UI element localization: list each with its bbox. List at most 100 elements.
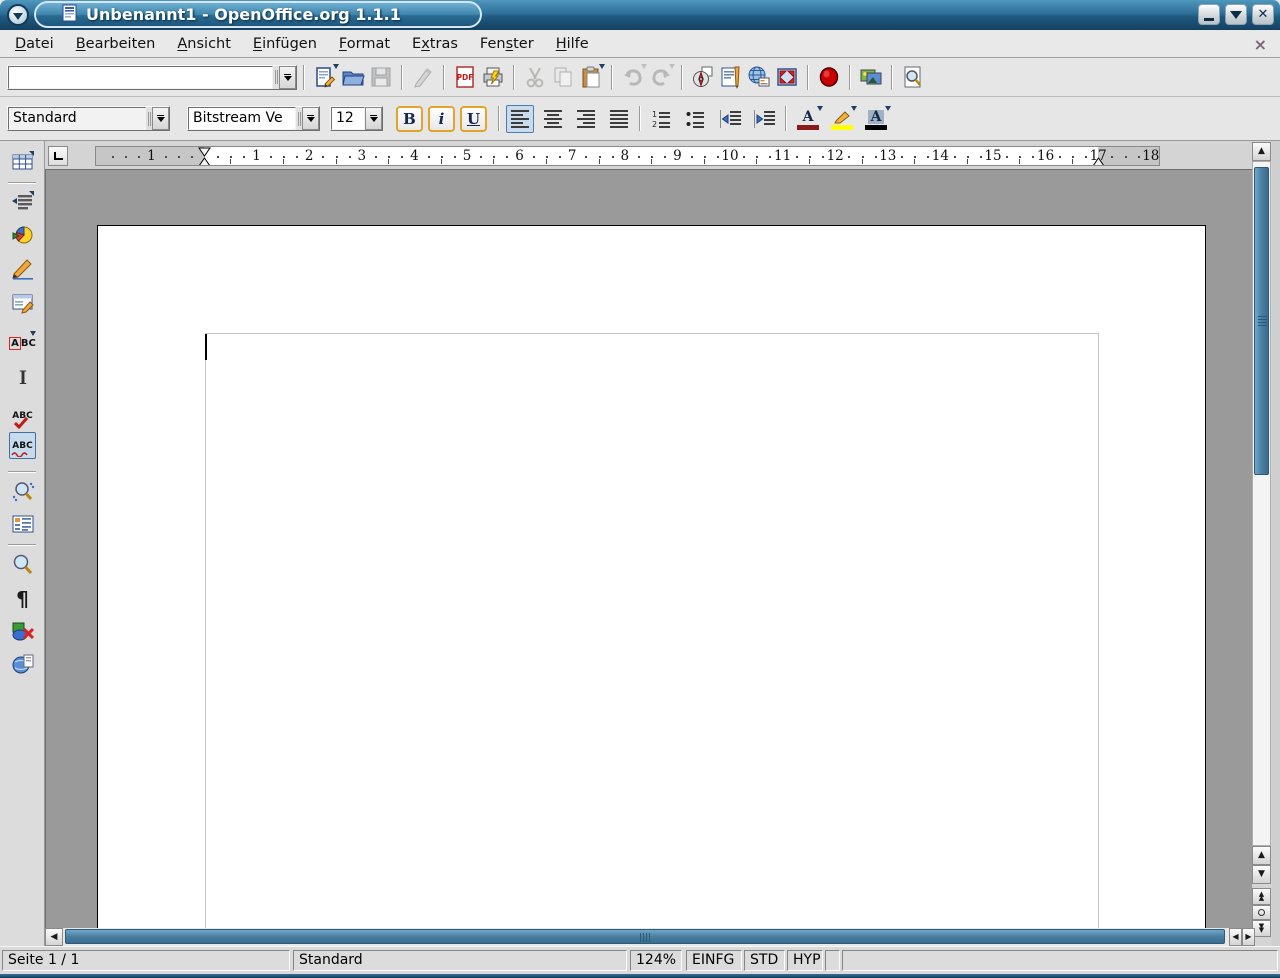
font-dropdown-button[interactable]	[302, 107, 319, 130]
open-button[interactable]	[339, 63, 367, 91]
menu-ansicht[interactable]: Ansicht	[166, 33, 242, 55]
paste-button[interactable]	[577, 63, 605, 91]
zoom-page-button[interactable]	[9, 551, 36, 578]
wavy-underline-icon	[11, 451, 31, 457]
insert-fields-button[interactable]	[9, 188, 36, 215]
redo-button[interactable]	[647, 63, 675, 91]
maximize-button[interactable]	[1225, 4, 1247, 25]
graphics-on-off-button[interactable]	[9, 617, 36, 644]
navigation-button[interactable]	[1252, 905, 1271, 920]
scroll-left-button[interactable]: ◀	[45, 928, 63, 946]
status-selection-mode[interactable]: STD	[744, 950, 785, 971]
menu-hilfe[interactable]: Hilfe	[545, 33, 600, 55]
indent-marker-right[interactable]	[1092, 147, 1105, 166]
previous-page-button[interactable]: ▲▲	[1252, 888, 1271, 905]
status-zoom[interactable]: 124%	[630, 950, 682, 971]
char-background-button[interactable]: A	[861, 105, 891, 133]
menu-extras[interactable]: Extras	[401, 33, 469, 55]
status-page-number[interactable]: Seite 1 / 1	[2, 950, 290, 971]
close-button[interactable]: ✕	[1252, 4, 1274, 25]
horizontal-scrollbar[interactable]: ◀ ◀ ▶	[45, 928, 1252, 946]
status-page-style[interactable]: Standard	[293, 950, 627, 971]
italic-button[interactable]: i	[428, 106, 455, 132]
scroll-right-button[interactable]: ▶	[1242, 928, 1255, 946]
paste-dropdown-icon	[599, 64, 605, 69]
maximize-icon	[1230, 11, 1242, 19]
indent-marker-left[interactable]	[198, 147, 211, 166]
text-boundary	[205, 333, 1099, 928]
spellcheck-button[interactable]: ABC	[9, 402, 36, 429]
close-document-icon[interactable]: ×	[1254, 35, 1267, 54]
numbered-list-button[interactable]: 12	[647, 105, 675, 133]
nonprinting-characters-button[interactable]: ¶	[9, 585, 36, 612]
menu-fenster[interactable]: Fenster	[469, 33, 545, 55]
font-name-value[interactable]: Bitstream Ve	[188, 107, 296, 130]
auto-spellcheck-button[interactable]: ABC	[9, 432, 36, 459]
cut-button[interactable]	[521, 63, 549, 91]
highlighting-button[interactable]	[827, 105, 857, 133]
online-layout-button[interactable]	[9, 650, 36, 677]
horizontal-scroll-thumb[interactable]	[65, 929, 1225, 944]
page-preview-button[interactable]	[899, 63, 927, 91]
direct-cursor-button[interactable]: I	[9, 364, 36, 391]
gallery-button[interactable]	[857, 63, 885, 91]
font-color-button[interactable]: A	[793, 105, 823, 133]
data-sources-button[interactable]	[9, 510, 36, 537]
insert-object-button[interactable]	[9, 221, 36, 248]
ruler[interactable]: 1234567891011121314151617181	[95, 146, 1160, 166]
form-functions-button[interactable]	[9, 288, 36, 315]
export-pdf-button[interactable]: PDF	[451, 63, 479, 91]
zoom-button[interactable]	[773, 63, 801, 91]
insert-table-button[interactable]	[9, 148, 36, 175]
decrease-indent-button[interactable]	[717, 105, 745, 133]
print-button[interactable]	[479, 63, 507, 91]
status-modified-cell	[825, 950, 840, 971]
document-page[interactable]	[97, 225, 1206, 928]
copy-button[interactable]	[549, 63, 577, 91]
status-insert-mode[interactable]: EINFG	[686, 950, 742, 971]
paragraph-style-value[interactable]: Standard	[8, 107, 146, 130]
tab-type-selector-button[interactable]	[48, 146, 68, 166]
url-input[interactable]	[8, 66, 273, 89]
menu-format[interactable]: Format	[328, 33, 401, 55]
align-center-button[interactable]	[539, 105, 567, 133]
navigator-button[interactable]	[689, 63, 717, 91]
size-dropdown-button[interactable]	[365, 107, 382, 130]
style-dropdown-button[interactable]	[152, 107, 169, 130]
toolbar-separator	[303, 65, 305, 90]
vertical-scroll-thumb[interactable]	[1254, 167, 1269, 475]
vertical-scroll-track[interactable]	[1252, 161, 1271, 846]
find-replace-button[interactable]	[9, 478, 36, 505]
justify-button[interactable]	[605, 105, 633, 133]
draw-functions-button[interactable]	[9, 254, 36, 281]
align-right-button[interactable]	[572, 105, 600, 133]
bold-button[interactable]: B	[396, 106, 423, 132]
scroll-down-button[interactable]: ▼	[1252, 865, 1271, 884]
bullet-list-button[interactable]	[681, 105, 709, 133]
menu-einfuegen[interactable]: Einfügen	[242, 33, 328, 55]
scroll-up-button-bottom[interactable]: ▲	[1252, 846, 1271, 865]
status-hyperlink-mode[interactable]: HYP	[787, 950, 823, 971]
minimize-button[interactable]	[1198, 4, 1220, 25]
hyperlink-dialog-button[interactable]	[745, 63, 773, 91]
underline-button[interactable]: U	[460, 106, 487, 132]
align-left-button[interactable]	[506, 105, 534, 133]
menu-datei[interactable]: Datei	[4, 33, 65, 55]
save-button[interactable]	[367, 63, 395, 91]
record-button[interactable]	[815, 63, 843, 91]
writer-document-icon	[62, 4, 77, 26]
increase-indent-button[interactable]	[751, 105, 779, 133]
font-size-value[interactable]: 12	[331, 107, 365, 130]
new-document-button[interactable]	[311, 63, 339, 91]
vertical-scrollbar[interactable]: ▲ ▲ ▼ ▲▲ ▼▼	[1252, 142, 1271, 946]
window-menu-button[interactable]	[7, 4, 29, 26]
undo-button[interactable]	[619, 63, 647, 91]
scroll-up-button[interactable]: ▲	[1252, 142, 1271, 161]
url-dropdown-button[interactable]	[279, 66, 296, 89]
edit-file-button[interactable]	[409, 63, 437, 91]
scroll-left-button-right[interactable]: ◀	[1229, 928, 1242, 946]
menu-bearbeiten[interactable]: Bearbeiten	[65, 33, 167, 55]
autotext-button[interactable]: ABC	[9, 330, 36, 357]
toolbar-separator	[8, 544, 36, 546]
stylist-button[interactable]	[717, 63, 745, 91]
